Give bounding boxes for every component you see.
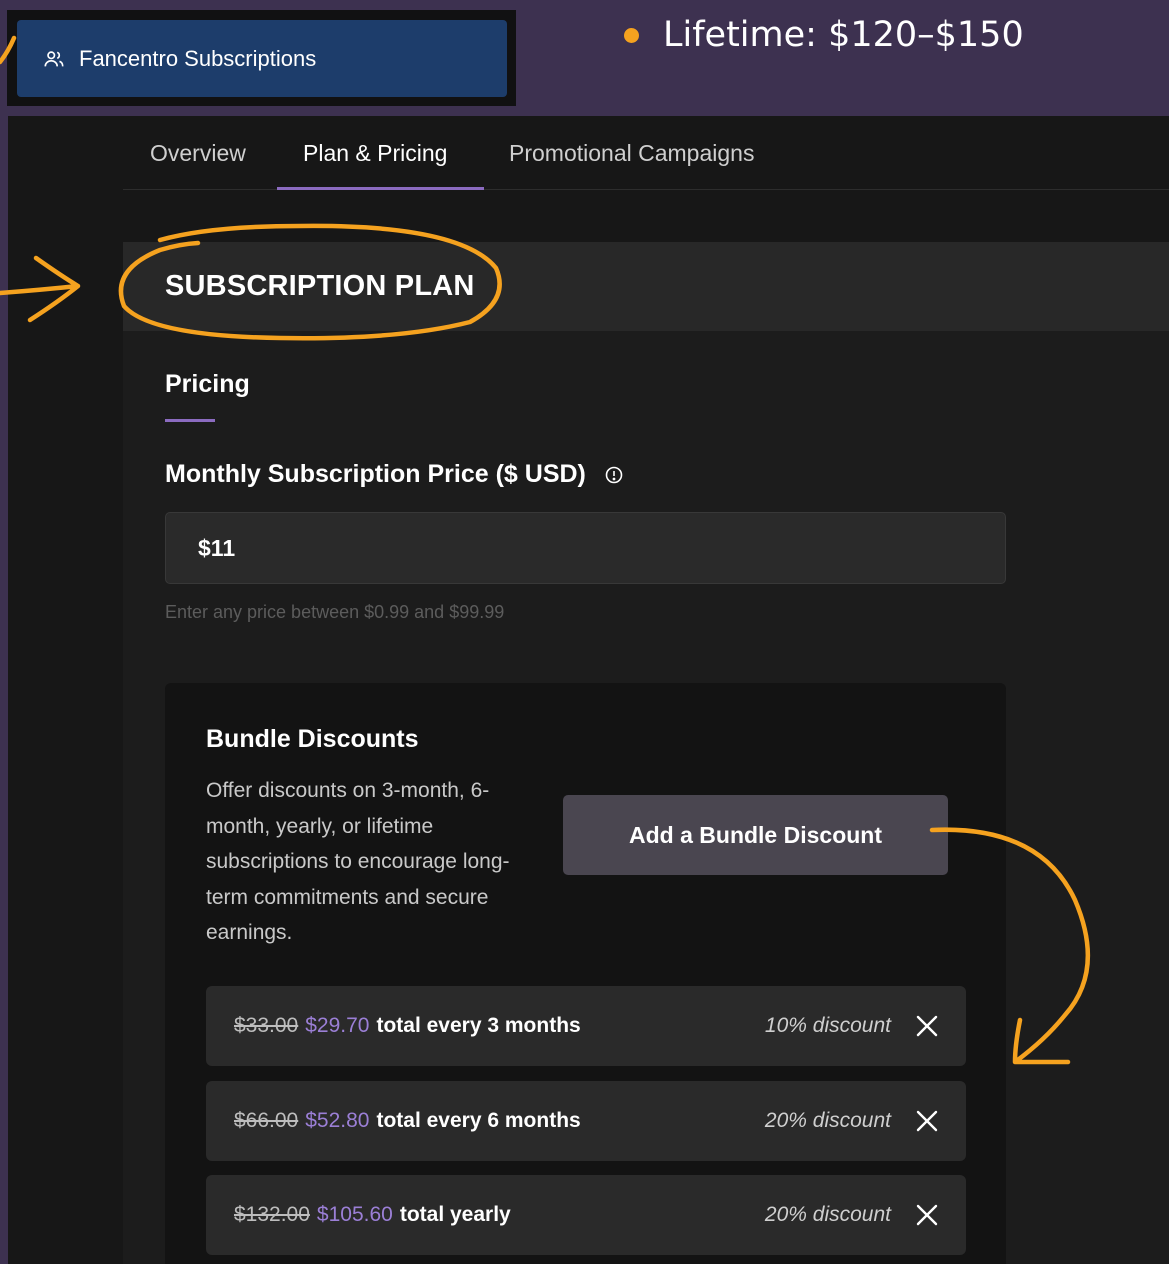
info-icon[interactable] xyxy=(604,465,624,485)
bundle-title: Bundle Discounts xyxy=(206,725,419,753)
app-panel: Overview Plan & Pricing Promotional Camp… xyxy=(8,116,1169,1264)
tab-pricing[interactable]: Pricing xyxy=(165,370,250,399)
add-bundle-discount-button[interactable]: Add a Bundle Discount xyxy=(563,795,948,875)
note-bullet-text: Lifetime: $120–$150 xyxy=(663,15,1024,55)
bullet-dot xyxy=(624,27,639,43)
tab-plan-pricing[interactable]: Plan & Pricing xyxy=(303,140,447,167)
close-icon[interactable] xyxy=(914,1202,940,1228)
bundle-term: total every 3 months xyxy=(376,1014,581,1037)
price-field-label: Monthly Subscription Price ($ USD) xyxy=(165,460,624,489)
new-price: $52.80 xyxy=(305,1109,370,1132)
discount-percent: 10% discount xyxy=(764,1014,891,1037)
section-title: SUBSCRIPTION PLAN xyxy=(165,270,475,302)
discount-percent: 20% discount xyxy=(764,1203,891,1226)
bundle-row: $132.00 $105.60 total yearly 20% discoun… xyxy=(206,1175,966,1255)
subscription-plan-card: SUBSCRIPTION PLAN Pricing Monthly Subscr… xyxy=(123,242,1169,1264)
bundle-row: $66.00 $52.80 total every 6 months 20% d… xyxy=(206,1081,966,1161)
monthly-price-input[interactable] xyxy=(165,512,1006,584)
bundle-term: total yearly xyxy=(399,1203,511,1226)
sidebar-item-fancentro-subscriptions[interactable]: Fancentro Subscriptions xyxy=(17,20,507,97)
users-icon xyxy=(44,50,64,66)
old-price: $33.00 xyxy=(234,1014,299,1037)
tab-promotional-campaigns[interactable]: Promotional Campaigns xyxy=(509,140,754,167)
price-label-text: Monthly Subscription Price ($ USD) xyxy=(165,460,586,488)
price-helper-text: Enter any price between $0.99 and $99.99 xyxy=(165,602,505,622)
pricing-tab-indicator xyxy=(165,419,215,422)
new-price: $29.70 xyxy=(305,1014,370,1037)
old-price: $66.00 xyxy=(234,1109,299,1132)
note-bullet: Lifetime: $120–$150 xyxy=(624,10,1024,60)
new-price: $105.60 xyxy=(316,1203,393,1226)
bundle-term: total every 6 months xyxy=(376,1109,581,1132)
close-icon[interactable] xyxy=(914,1013,940,1039)
tab-overview[interactable]: Overview xyxy=(150,140,246,167)
old-price: $132.00 xyxy=(234,1203,310,1226)
active-tab-indicator xyxy=(277,187,484,190)
sidebar-item-label: Fancentro Subscriptions xyxy=(79,45,317,71)
bundle-row: $33.00 $29.70 total every 3 months 10% d… xyxy=(206,986,966,1066)
discount-percent: 20% discount xyxy=(764,1109,891,1132)
close-icon[interactable] xyxy=(914,1108,940,1134)
bundle-description: Offer discounts on 3-month, 6-month, yea… xyxy=(206,779,510,944)
tab-bar: Overview Plan & Pricing Promotional Camp… xyxy=(123,116,1169,190)
bundle-discounts-box: Bundle Discounts Offer discounts on 3-mo… xyxy=(165,683,1006,1264)
card-header: SUBSCRIPTION PLAN xyxy=(123,242,1169,331)
